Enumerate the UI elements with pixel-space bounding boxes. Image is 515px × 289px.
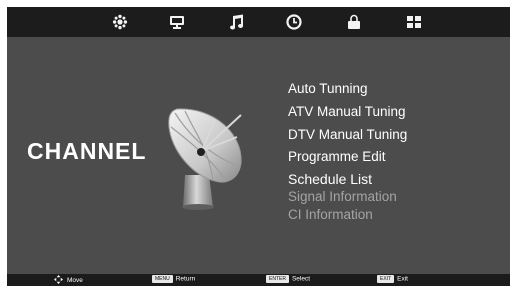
tv-screen: CHANNEL Auto Tunning ATV Manual Tuning D… — [0, 0, 515, 289]
osd-frame: CHANNEL Auto Tunning ATV Manual Tuning D… — [7, 7, 510, 286]
hint-return-label: Return — [175, 275, 196, 283]
key-hint-bar: Move MENU Return ENTER Select EXIT Exit — [7, 274, 510, 286]
menu-item-ci-information: CI Information — [288, 207, 373, 222]
menu-item-atv-manual-tuning[interactable]: ATV Manual Tuning — [288, 104, 406, 119]
menu-item-auto-tunning[interactable]: Auto Tunning — [288, 81, 368, 96]
picture-icon[interactable] — [110, 13, 130, 31]
hint-select-label: Select — [291, 275, 311, 283]
hint-select: ENTER Select — [266, 275, 310, 283]
move-arrows-icon — [54, 275, 63, 286]
enter-key: ENTER — [266, 275, 289, 283]
app-grid-icon[interactable] — [404, 13, 424, 31]
satellite-dish-icon — [155, 101, 255, 211]
lock-icon[interactable] — [344, 13, 364, 31]
music-icon[interactable] — [226, 13, 246, 31]
monitor-icon[interactable] — [167, 13, 187, 31]
category-bar — [7, 7, 510, 37]
clock-icon[interactable] — [284, 13, 304, 31]
page-title: CHANNEL — [27, 138, 147, 164]
exit-key: EXIT — [377, 275, 395, 283]
channel-menu-panel: CHANNEL Auto Tunning ATV Manual Tuning D… — [7, 37, 510, 274]
hint-move-label: Move — [67, 277, 83, 284]
menu-item-schedule-list[interactable]: Schedule List — [288, 171, 372, 187]
menu-key: MENU — [152, 275, 173, 283]
menu-item-dtv-manual-tuning[interactable]: DTV Manual Tuning — [288, 127, 407, 142]
menu-item-signal-information: Signal Information — [288, 189, 397, 204]
hint-move: Move — [54, 275, 83, 286]
hint-exit: EXIT Exit — [377, 275, 408, 283]
menu-item-programme-edit[interactable]: Programme Edit — [288, 149, 386, 164]
hint-exit-label: Exit — [397, 275, 408, 283]
hint-return: MENU Return — [152, 275, 195, 283]
